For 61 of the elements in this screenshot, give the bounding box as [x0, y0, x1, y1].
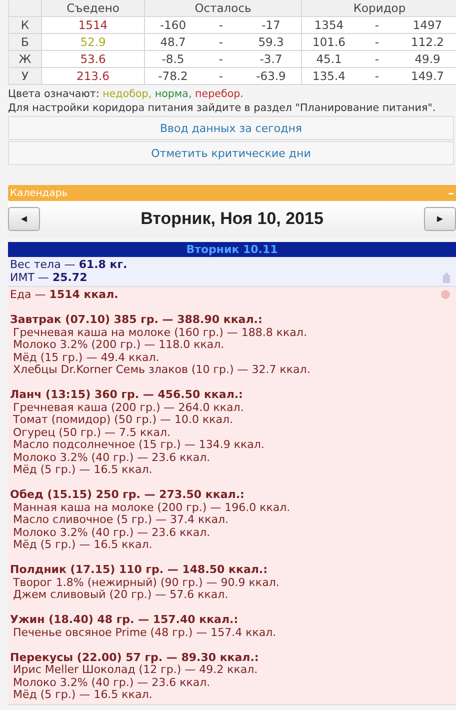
legend-item: недобор, [102, 88, 152, 100]
meal-item: Молоко 3.2% (40 гр.) — 23.6 ккал. [12, 452, 212, 464]
legend-item: перебор. [195, 88, 244, 100]
table-cell: 135.4 [301, 68, 356, 85]
next-button[interactable]: ► [424, 207, 456, 231]
meal-item: Мёд (15 гр.) — 49.4 ккал. [12, 352, 160, 364]
table-cell: 213.6 [41, 68, 144, 85]
table-cell: 53.6 [41, 51, 144, 68]
meal-title: Полдник (17.15) 110 гр. — 148.50 ккал.: [10, 564, 269, 576]
calendar-title: Календарь [10, 188, 68, 198]
meal-item: Молоко 3.2% (40 гр.) — 23.6 ккал. [12, 676, 212, 689]
legend-label: Цвета означают: [8, 88, 100, 100]
column-header: Осталось [144, 0, 301, 17]
meal-item: Печенье овсяное Prime (48 гр.) — 157.4 ккал. [12, 626, 278, 639]
table-cell: 1354 [301, 17, 356, 34]
table-cell: 1514 [41, 17, 144, 34]
meal-title: Завтрак (07.10) 385 гр. — 388.90 ккал.: [10, 314, 264, 326]
table-cell: -160 [144, 17, 201, 34]
meal-item: Манная каша на молоке (200 гр.) — 196.0 ккал. [12, 502, 292, 514]
column-header: Коридор [301, 0, 456, 17]
row-label: У [9, 68, 41, 85]
body-stat: ИМТ — 25.72 [10, 272, 88, 284]
note-text: Для настройки коридора питания зайдите в раздел "Планирование питания". [8, 101, 437, 115]
action-button[interactable]: Отметить критические дни [8, 141, 454, 165]
table-cell: 52.9 [41, 34, 144, 51]
meal-item: Мёд (5 гр.) — 16.5 ккал. [12, 689, 154, 702]
meal-title: Ланч (13:15) 360 гр. — 456.50 ккал.: [10, 389, 244, 402]
day-header: Вторник 10.11 [8, 242, 456, 257]
row-label: К [9, 17, 41, 34]
meal-item: Ирис Meller Шоколад (12 гр.) — 49.2 ккал. [13, 664, 259, 676]
body-stat: Вес тела — 61.8 кг. [10, 259, 128, 272]
meal-title: Перекусы (22.00) 57 гр. — 89.30 ккал.: [10, 652, 260, 664]
food-total: Еда — 1514 ккал. [10, 289, 118, 302]
legend-item: норма, [154, 88, 192, 100]
table-cell: 101.6 [301, 34, 356, 51]
meal-item: Хлебцы Dr.Korner Семь злаков (10 гр.) — 32.7 ккал. [12, 364, 312, 376]
column-header: Съедено [41, 0, 144, 17]
scale-icon [443, 273, 450, 283]
date-title: Вторник, Ноя 10, 2015 [140, 209, 324, 229]
meal-title: Обед (15.15) 250 гр. — 273.50 ккал.: [10, 489, 246, 502]
table-cell: 45.1 [301, 51, 356, 68]
table-cell: 48.7 [144, 34, 201, 51]
meal-item: Гречневая каша (200 гр.) — 264.0 ккал. [12, 402, 245, 414]
meal-title: Ужин (18.40) 48 гр. — 157.40 ккал.: [10, 614, 240, 626]
meal-item: Масло подсолнечное (15 гр.) — 134.9 ккал. [12, 439, 266, 452]
meal-item: Мёд (5 гр.) — 16.5 ккал. [12, 539, 154, 552]
meal-item: Гречневая каша на молоке (160 гр.) — 188.8 ккал. [12, 326, 308, 339]
table-cell: -8.5 [144, 51, 201, 68]
meal-item: Огурец (50 гр.) — 7.5 ккал. [12, 426, 172, 439]
meal-item: Молоко 3.2% (200 гр.) — 118.0 ккал. [12, 339, 226, 352]
meal-item: Творог 1.8% (нежирный) (90 гр.) — 90.9 ккал. [12, 576, 280, 589]
meal-item: Томат (помидор) (50 гр.) — 10.0 ккал. [12, 414, 234, 426]
previous-button[interactable]: ◄ [8, 207, 40, 231]
meal-item: Джем сливовый (20 гр.) — 57.6 ккал. [12, 589, 230, 602]
meal-item: Мёд (5 гр.) — 16.5 ккал. [12, 464, 154, 476]
row-label: Б [9, 34, 41, 51]
table-cell: -78.2 [144, 68, 201, 85]
row-label: Ж [9, 51, 41, 68]
meal-item: Молоко 3.2% (40 гр.) — 23.6 ккал. [12, 526, 212, 539]
meal-item: Масло сливочное (5 гр.) — 37.4 ккал. [12, 514, 230, 526]
action-button[interactable]: Ввод данных за сегодня [8, 116, 454, 140]
